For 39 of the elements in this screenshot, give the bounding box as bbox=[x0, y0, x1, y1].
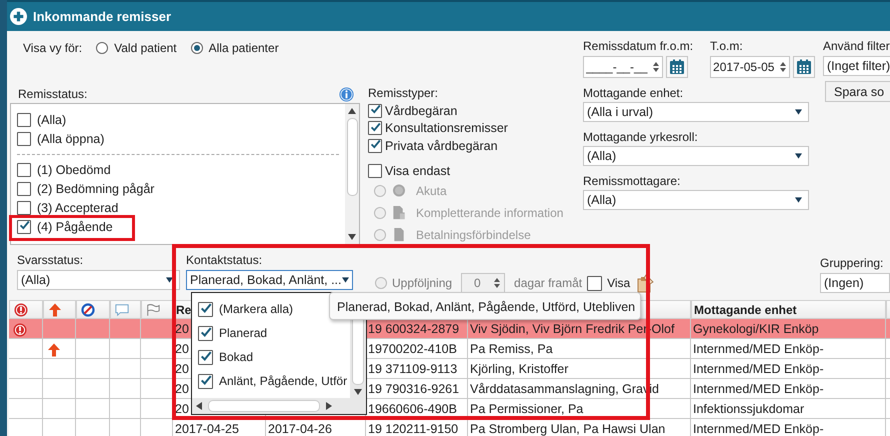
view-for-label: Visa vy för: bbox=[23, 41, 82, 55]
field-label: Remissdatum fr.o.m: bbox=[583, 39, 694, 53]
field-label: Gruppering: bbox=[820, 256, 884, 270]
section-label: Remisstyper: bbox=[368, 86, 440, 102]
checkbox-label: Visa endast bbox=[385, 164, 450, 178]
field-label: Remissmottagare: bbox=[583, 174, 682, 188]
table-cell: 2017-04-25 bbox=[173, 419, 266, 436]
checkbox-label: (3) Accepterad bbox=[37, 200, 118, 214]
radio-label: Alla patienter bbox=[208, 41, 279, 55]
radio-label: Uppföljning bbox=[392, 276, 452, 290]
checkbox-label: (Alla öppna) bbox=[37, 132, 104, 146]
table-cell: 2017-04-26 bbox=[266, 419, 366, 436]
field-label: Mottagande enhet: bbox=[583, 86, 684, 100]
field-label: Kontaktstatus: bbox=[186, 253, 264, 267]
checkbox-label: Planerad bbox=[219, 326, 268, 340]
tooltip: Planerad, Bokad, Anlänt, Pågående, Utförd, Utebliven bbox=[329, 292, 641, 320]
table-cell: 19 120211-9150 bbox=[366, 419, 468, 436]
field-label: Mottagande yrkesroll: bbox=[583, 130, 699, 144]
window-title: Inkommande remisser bbox=[33, 9, 172, 24]
checkbox-label: Privata vårdbegäran bbox=[385, 138, 498, 153]
checkbox-label: Visa bbox=[607, 276, 630, 290]
checkbox-label: (Markera alla) bbox=[219, 302, 294, 316]
checkbox-label: Konsultationsremisser bbox=[385, 121, 508, 136]
checkbox-label: (1) Obedömd bbox=[37, 162, 111, 176]
option-label: Betalningsförbindelse bbox=[416, 228, 531, 242]
checkbox-label: (Alla) bbox=[37, 112, 66, 126]
option-label: Akuta bbox=[416, 184, 447, 198]
table-cell: Internmed/MED Enköp- bbox=[691, 419, 886, 436]
field-label: T.o.m: bbox=[710, 39, 744, 53]
field-label: Använd filter bbox=[823, 39, 890, 53]
checkbox-label: (2) Bedömning pågår bbox=[37, 182, 154, 196]
option-label: Kompletterande information bbox=[416, 206, 564, 220]
checkbox-label: Vårdbegäran bbox=[385, 104, 458, 118]
radio-label: Vald patient bbox=[114, 41, 177, 55]
field-label: Svarsstatus: bbox=[17, 253, 84, 267]
unit-label: dagar framåt bbox=[514, 276, 582, 290]
checkbox-label: (4) Pågående bbox=[37, 220, 113, 234]
table-cell: Pa Stromberg Ulan, Pa Hawsi Ulan bbox=[468, 419, 691, 436]
section-label: Remisstatus: bbox=[18, 87, 88, 101]
